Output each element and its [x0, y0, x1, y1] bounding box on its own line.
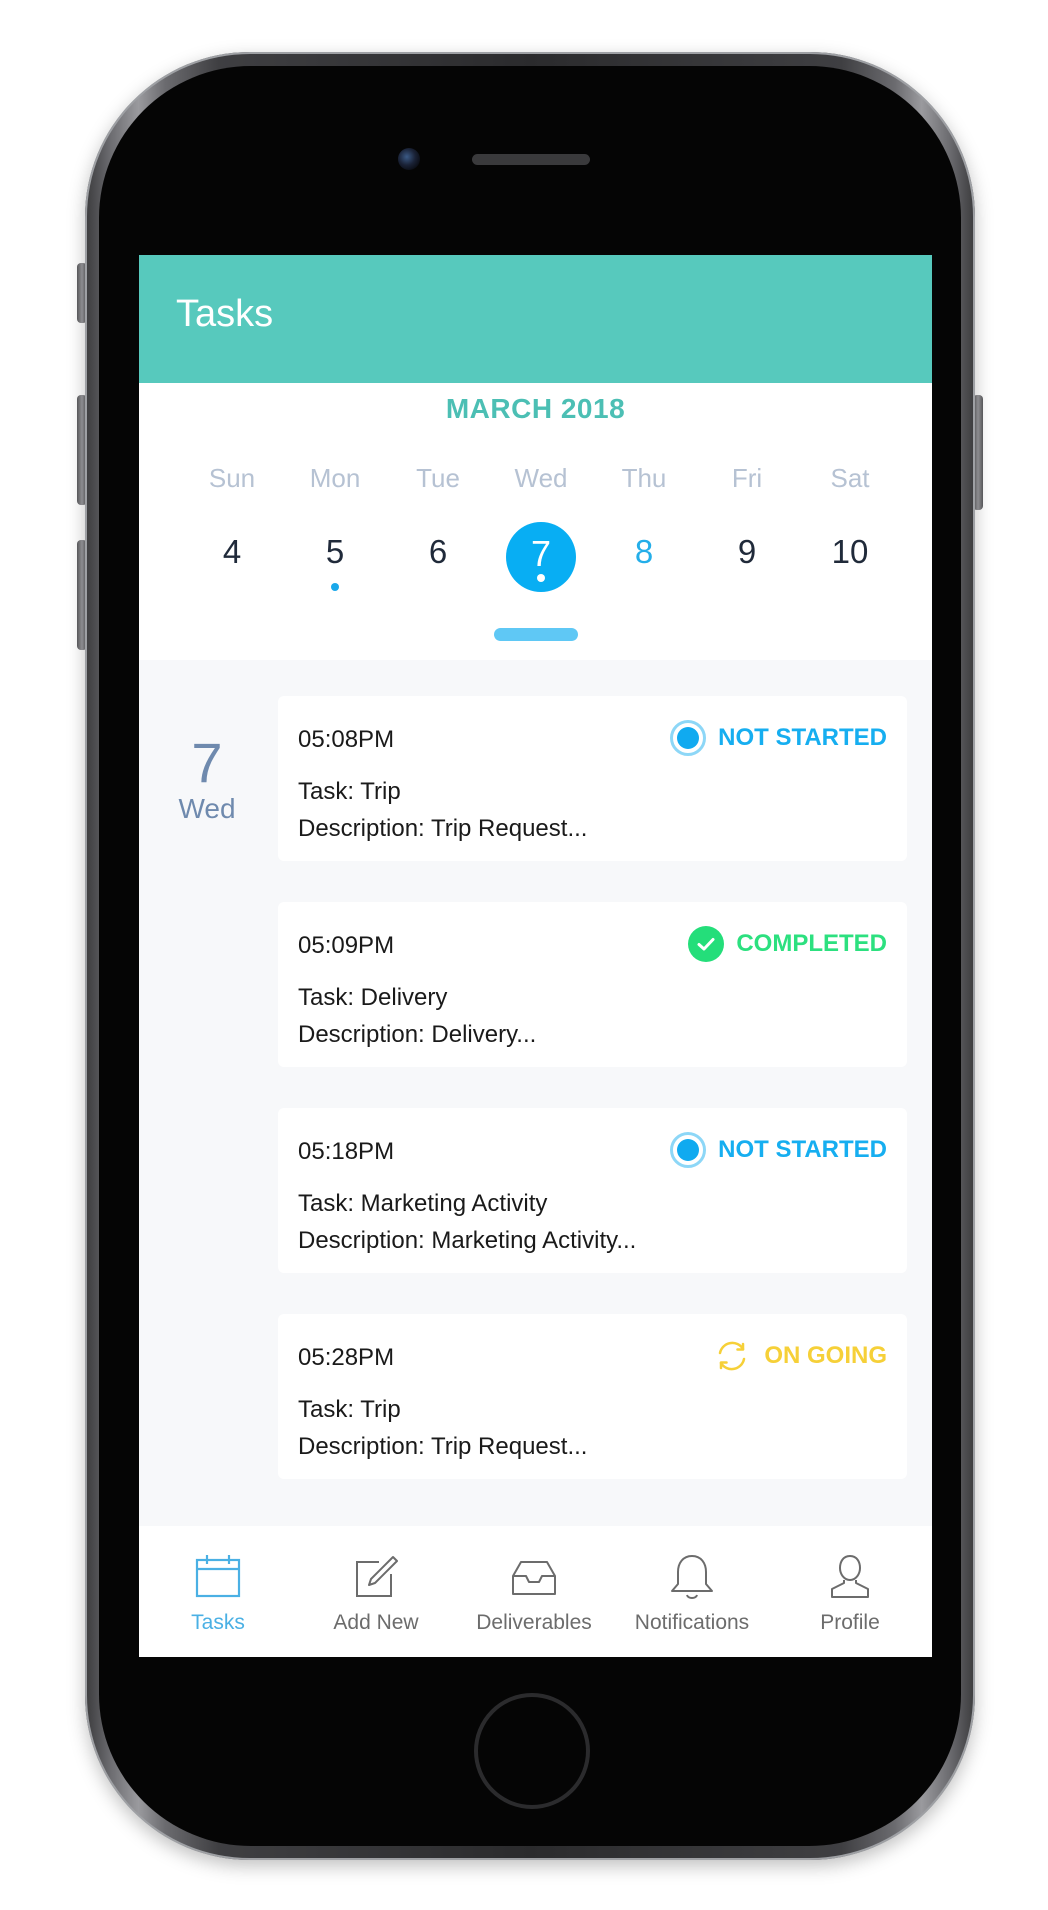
nav-notifications[interactable]: Notifications [613, 1526, 771, 1657]
task-card[interactable]: 05:08PM NOT STARTED Task: Trip Descripti… [278, 696, 907, 861]
task-card[interactable]: 05:09PM COMPLETED Task: Delivery Descrip… [278, 902, 907, 1067]
day-name: Sat [830, 463, 870, 493]
nav-label: Profile [820, 1611, 880, 1634]
task-date-label: 7 Wed [139, 733, 275, 825]
task-description: Description: Marketing Activity... [298, 1227, 637, 1254]
task-date-weekday: Wed [178, 793, 236, 824]
calendar-day-fri[interactable]: Fri 9 [695, 383, 799, 660]
home-button [474, 1693, 590, 1809]
status-badge: NOT STARTED [670, 719, 887, 757]
day-number: 10 [831, 533, 869, 570]
status-label: NOT STARTED [718, 724, 887, 751]
task-indicator-dot [331, 583, 339, 591]
calendar-day-thu[interactable]: Thu 8 [592, 383, 696, 660]
task-time: 05:08PM [298, 726, 395, 753]
task-time: 05:28PM [298, 1344, 395, 1371]
inbox-icon [512, 1561, 556, 1595]
calendar-day-mon[interactable]: Mon 5 [283, 383, 387, 660]
status-label: ON GOING [764, 1342, 887, 1369]
calendar-expand-handle[interactable] [494, 628, 578, 641]
day-number: 8 [634, 533, 654, 570]
check-circle-icon [688, 926, 725, 962]
refresh-icon [719, 1341, 746, 1371]
status-label: NOT STARTED [718, 1136, 887, 1163]
task-name: Task: Delivery [298, 984, 448, 1011]
calendar-icon [195, 1555, 241, 1598]
app-screen: Tasks MARCH 2018 Sun 4 Mon 5 Tue 6 Wed 7… [139, 255, 932, 1657]
day-number: 6 [428, 533, 448, 570]
calendar-day-wed[interactable]: Wed 7 [489, 383, 593, 660]
nav-label: Deliverables [476, 1611, 592, 1634]
nav-label: Tasks [191, 1611, 245, 1634]
selected-day: 7 [506, 522, 576, 592]
task-name: Task: Trip [298, 778, 401, 805]
day-number: 5 [325, 533, 345, 570]
app-header: Tasks [139, 255, 932, 383]
not-started-icon [670, 720, 707, 756]
day-name: Tue [416, 463, 460, 493]
day-number: 4 [222, 533, 242, 570]
front-camera [398, 148, 420, 170]
status-badge: NOT STARTED [670, 1131, 887, 1169]
nav-deliverables[interactable]: Deliverables [455, 1526, 613, 1657]
task-time: 05:18PM [298, 1138, 395, 1165]
task-card[interactable]: 05:28PM ON GOING Task: Trip Description:… [278, 1314, 907, 1479]
task-date-number: 7 [191, 731, 223, 794]
week-calendar: MARCH 2018 Sun 4 Mon 5 Tue 6 Wed 7 Thu 8 [139, 383, 932, 660]
user-icon [831, 1554, 869, 1598]
calendar-day-sun[interactable]: Sun 4 [180, 383, 284, 660]
task-description: Description: Trip Request... [298, 1433, 588, 1460]
status-label: COMPLETED [736, 930, 887, 957]
task-card[interactable]: 05:18PM NOT STARTED Task: Marketing Acti… [278, 1108, 907, 1273]
earpiece-speaker [472, 154, 590, 165]
bell-icon [671, 1555, 713, 1599]
task-time: 05:09PM [298, 932, 395, 959]
calendar-day-tue[interactable]: Tue 6 [386, 383, 490, 660]
day-name: Mon [309, 463, 361, 493]
nav-tasks[interactable]: Tasks [139, 1526, 297, 1657]
task-name: Task: Marketing Activity [298, 1190, 548, 1217]
nav-label: Notifications [634, 1611, 750, 1634]
status-badge: COMPLETED [688, 925, 887, 963]
bottom-navigation: Tasks Add New Deliverables Notifications [139, 1526, 932, 1657]
day-number: 7 [530, 533, 552, 574]
nav-profile[interactable]: Profile [771, 1526, 929, 1657]
edit-icon [356, 1556, 398, 1597]
day-name: Wed [514, 463, 568, 493]
day-name: Sun [208, 463, 256, 493]
page-title: Tasks [176, 293, 274, 335]
day-number: 9 [737, 533, 757, 570]
status-badge: ON GOING [712, 1337, 887, 1375]
task-name: Task: Trip [298, 1396, 401, 1423]
task-description: Description: Trip Request... [298, 815, 588, 842]
not-started-icon [670, 1132, 707, 1168]
day-name: Thu [621, 463, 667, 493]
nav-label: Add New [333, 1611, 419, 1634]
task-description: Description: Delivery... [298, 1021, 537, 1048]
task-indicator-dot [537, 574, 545, 582]
nav-add-new[interactable]: Add New [297, 1526, 455, 1657]
calendar-day-sat[interactable]: Sat 10 [798, 383, 902, 660]
day-name: Fri [731, 463, 763, 493]
